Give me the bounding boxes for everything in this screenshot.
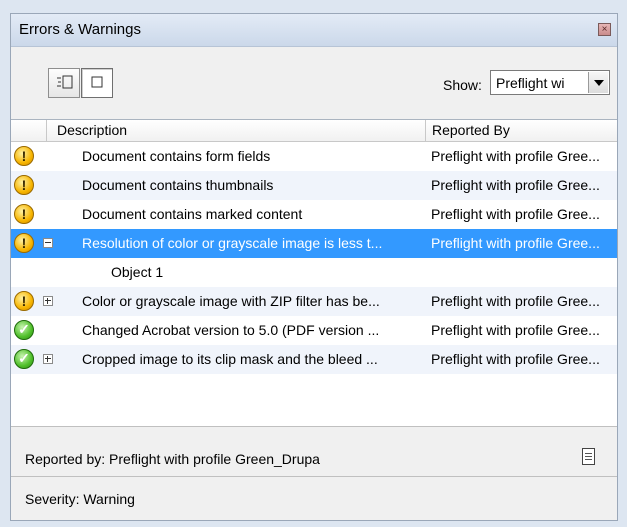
reported-by-detail: Reported by: Preflight with profile Gree… xyxy=(25,451,320,467)
row-description: Document contains thumbnails xyxy=(82,177,274,193)
list-view-button[interactable] xyxy=(48,68,80,98)
row-reported-by: Preflight with profile Gree... xyxy=(431,235,600,251)
description-column-header[interactable]: Description xyxy=(57,122,127,138)
row-description: Changed Acrobat version to 5.0 (PDF vers… xyxy=(82,322,380,338)
document-report-icon[interactable] xyxy=(582,448,595,465)
panel-title: Errors & Warnings xyxy=(19,21,141,38)
list-view-icon xyxy=(57,75,73,89)
title-bar: Errors & Warnings × xyxy=(11,14,617,47)
success-check-icon xyxy=(14,349,34,369)
row-reported-by: Preflight with profile Gree... xyxy=(431,351,600,367)
table-row[interactable]: Cropped image to its clip mask and the b… xyxy=(11,345,617,374)
row-reported-by: Preflight with profile Gree... xyxy=(431,206,600,222)
row-reported-by: Preflight with profile Gree... xyxy=(431,177,600,193)
row-reported-by: Preflight with profile Gree... xyxy=(431,322,600,338)
table-row[interactable]: Changed Acrobat version to 5.0 (PDF vers… xyxy=(11,316,617,345)
column-divider[interactable] xyxy=(425,120,426,141)
warning-icon xyxy=(14,204,34,224)
table-row-selected[interactable]: Resolution of color or grayscale image i… xyxy=(11,229,617,258)
show-filter-value: Preflight wi xyxy=(496,75,565,91)
warning-icon xyxy=(14,233,34,253)
table-row[interactable]: Document contains thumbnails Preflight w… xyxy=(11,171,617,200)
row-reported-by: Preflight with profile Gree... xyxy=(431,293,600,309)
warning-icon xyxy=(14,175,34,195)
results-table: Description Reported By Document contain… xyxy=(11,119,617,426)
status-column-header[interactable] xyxy=(11,120,47,141)
single-view-icon xyxy=(91,76,103,88)
row-description: Color or grayscale image with ZIP filter… xyxy=(82,293,380,309)
table-row-child[interactable]: Object 1 xyxy=(11,258,617,287)
warning-icon xyxy=(14,146,34,166)
row-description: Cropped image to its clip mask and the b… xyxy=(82,351,378,367)
toolbar: Show: Preflight wi xyxy=(11,47,617,111)
row-description: Document contains form fields xyxy=(82,148,271,164)
reported-by-column-header[interactable]: Reported By xyxy=(432,122,510,138)
row-description: Document contains marked content xyxy=(82,206,303,222)
expand-icon[interactable] xyxy=(43,296,53,306)
row-reported-by: Preflight with profile Gree... xyxy=(431,148,600,164)
table-row[interactable]: Color or grayscale image with ZIP filter… xyxy=(11,287,617,316)
divider xyxy=(11,476,617,477)
warning-icon xyxy=(14,291,34,311)
table-row[interactable]: Document contains form fields Preflight … xyxy=(11,142,617,171)
show-filter-select[interactable]: Preflight wi xyxy=(490,70,610,95)
show-label: Show: xyxy=(443,77,482,93)
table-header: Description Reported By xyxy=(11,120,617,142)
single-view-button[interactable] xyxy=(81,68,113,98)
table-row[interactable]: Document contains marked content Preflig… xyxy=(11,200,617,229)
errors-warnings-panel: Errors & Warnings × Show: Preflight wi D… xyxy=(10,13,618,521)
chevron-down-icon[interactable] xyxy=(588,72,608,93)
close-icon[interactable]: × xyxy=(598,23,611,36)
success-check-icon xyxy=(14,320,34,340)
severity-detail: Severity: Warning xyxy=(25,491,135,507)
row-description: Object 1 xyxy=(111,264,164,280)
collapse-icon[interactable] xyxy=(43,238,53,248)
divider xyxy=(11,426,617,427)
expand-icon[interactable] xyxy=(43,354,53,364)
row-description: Resolution of color or grayscale image i… xyxy=(82,235,383,251)
